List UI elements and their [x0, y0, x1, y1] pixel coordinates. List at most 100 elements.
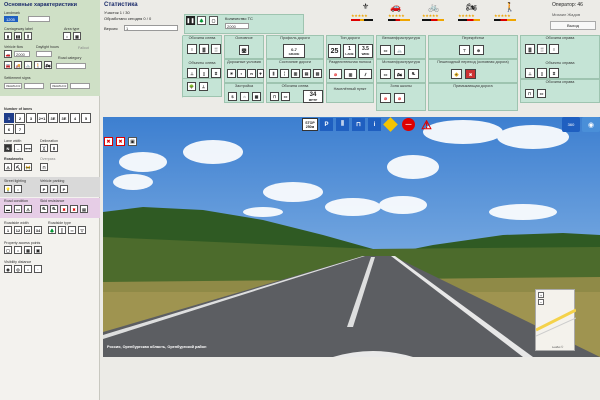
settlement-to-sign[interactable]: ЛЕНИНСК — [50, 83, 68, 89]
road-divided-icon[interactable]: ⫼ — [24, 32, 32, 40]
roadside-width-2[interactable]: 12 — [14, 226, 22, 234]
lane-option-8[interactable]: 5 — [81, 113, 91, 123]
lane-option-9[interactable]: 6 — [4, 124, 14, 134]
state-lanes-icon[interactable]: ⫼ — [269, 69, 278, 78]
shoulder-right-icon-3[interactable]: ≡ — [549, 44, 559, 54]
condition-night-icon[interactable]: ◐ — [237, 69, 246, 78]
area-rural-icon[interactable]: ⌂ — [63, 32, 71, 40]
vehicle-flow-input[interactable]: 2000 — [14, 51, 30, 57]
tool-toggle-3[interactable]: ▣ — [128, 137, 137, 146]
shoulder-left-icon-3[interactable]: ▒ — [211, 44, 221, 54]
warning-sign-button[interactable]: ⚠ — [420, 118, 433, 132]
flow-moto-icon[interactable]: 🏍 — [44, 61, 52, 69]
condition-good-icon[interactable]: ▬ — [4, 205, 12, 213]
buildup-grid-icon[interactable]: ▦ — [252, 92, 261, 101]
info-sign-button[interactable]: i — [368, 118, 381, 131]
lane-option-1[interactable]: 1 — [4, 113, 14, 123]
skid-good-icon[interactable]: ⛐ — [40, 205, 48, 213]
buildup-house-icon[interactable]: ⌂ — [240, 92, 249, 101]
crossing-roundabout-icon[interactable]: ⊕ — [473, 45, 484, 55]
roadside-width-1[interactable]: 1 — [4, 226, 12, 234]
settlement-from-input[interactable] — [24, 83, 44, 89]
flow-bike-icon[interactable]: 🚲 — [24, 61, 32, 69]
overpass-icon[interactable]: ⊓ — [40, 163, 48, 171]
left-shoulder-b-icon-1[interactable]: ⊓ — [270, 92, 279, 101]
visibility-good-icon[interactable]: ◉ — [4, 265, 12, 273]
condition-sun-icon[interactable]: ☀ — [227, 69, 236, 78]
road-photo[interactable]: Россия, Оренбургская область, Оренбургск… — [103, 117, 600, 357]
roadside-pole-icon[interactable]: ┃ — [58, 226, 66, 234]
shoulder-left-icon-2[interactable]: ▓ — [199, 44, 209, 54]
settlement-from-sign[interactable]: ЛЕНИНСК — [4, 83, 22, 89]
access-none-icon[interactable]: ▢ — [4, 246, 12, 254]
objects-left-icon-2[interactable]: ▯ — [199, 68, 209, 78]
objects-right-icon-2[interactable]: ▯ — [537, 68, 547, 78]
lane-option-6[interactable]: 3E — [59, 113, 69, 123]
lane-option-5[interactable]: 3E — [48, 113, 58, 123]
ped-crossing-none-icon[interactable]: ✖ — [465, 69, 476, 79]
flow-truck-icon[interactable]: 🚚 — [14, 61, 22, 69]
separator-barrier-icon[interactable]: ▥ — [344, 69, 357, 79]
lane-option-10[interactable]: 7 — [15, 124, 25, 134]
parking-two-icon[interactable]: P — [60, 185, 68, 193]
roadside-width-4[interactable]: 34 — [34, 226, 42, 234]
lane-option-7[interactable]: 4 — [70, 113, 80, 123]
left-shoulder-b-icon-2[interactable]: ▭ — [281, 92, 290, 101]
condition-extra-icon[interactable]: ⌖ — [257, 69, 264, 78]
road-sign-button[interactable]: ⊓ — [352, 118, 365, 131]
delineation-none-icon[interactable]: ╳ — [40, 144, 48, 152]
wide-icon[interactable]: 3.5 WIDE — [358, 44, 373, 58]
state-marking-icon[interactable]: ╎ — [280, 69, 289, 78]
tool-toggle-1[interactable]: ✖ — [104, 137, 113, 146]
landmark-input[interactable]: 1205 — [4, 16, 18, 22]
visibility-medium-icon[interactable]: ◎ — [14, 265, 22, 273]
lane-width-medium-icon[interactable]: ↔ — [14, 144, 22, 152]
crossing-t-icon[interactable]: ⊤ — [459, 45, 470, 55]
bike-none-icon[interactable]: ▭ — [380, 45, 391, 55]
skid-poor-icon[interactable]: ✖ — [60, 205, 68, 213]
delineation-good-icon[interactable]: ⦀ — [50, 144, 58, 152]
condition-poor-icon[interactable]: ⚠ — [24, 205, 32, 213]
flow-pedestrian-icon[interactable]: 🚶 — [34, 61, 42, 69]
access-residential-icon[interactable]: ⌂ — [14, 246, 22, 254]
separator-line-icon[interactable]: ⫽ — [359, 69, 372, 79]
school-none-icon[interactable]: ⊘ — [380, 93, 391, 103]
roadworks-none-icon[interactable]: ⚠ — [4, 163, 12, 171]
roadside-tree-icon[interactable]: 🌲 — [48, 226, 56, 234]
shoulder-left-icon-1[interactable]: ≡ — [187, 44, 197, 54]
roadworks-major-icon[interactable]: 🚧 — [24, 163, 32, 171]
moto-lane-icon[interactable]: 🏍 — [394, 69, 405, 79]
moto-shared-icon[interactable]: ⛐ — [408, 69, 419, 79]
state-rough-icon[interactable]: ▤ — [302, 69, 311, 78]
objects-right-icon-3[interactable]: ⌗ — [549, 68, 559, 78]
road-single-icon[interactable]: ▮ — [4, 32, 12, 40]
state-surface-icon[interactable]: ▥ — [291, 69, 300, 78]
visibility-toggle-icon[interactable]: ◉ — [582, 117, 600, 132]
no-entry-sign-button[interactable]: — — [402, 118, 415, 131]
access-mixed-icon[interactable]: ▣ — [34, 246, 42, 254]
roadside-ditch-icon[interactable]: ▽ — [78, 226, 86, 234]
skid-unsealed-icon[interactable]: ▤ — [80, 205, 88, 213]
version-input[interactable]: 1 — [124, 25, 178, 31]
lane-option-4[interactable]: 2+1 — [37, 113, 47, 123]
landmark-extra-input[interactable] — [28, 16, 50, 22]
lane-width-wide-icon[interactable]: ⟷ — [24, 144, 32, 152]
shoulder-right-icon-1[interactable]: ▓ — [525, 44, 535, 54]
parking-one-icon[interactable]: P — [50, 185, 58, 193]
view-360-button[interactable]: 360 — [562, 117, 580, 132]
main-road-icon[interactable]: 🛣 — [239, 45, 249, 55]
lane-option-2[interactable]: 2 — [15, 113, 25, 123]
road-category-input[interactable] — [56, 63, 86, 69]
objects-left-icon-3[interactable]: ⌗ — [211, 68, 221, 78]
ped-crossing-icon[interactable]: 🚸 — [451, 69, 462, 79]
condition-medium-icon[interactable]: ▭ — [14, 205, 22, 213]
bike-lane-icon[interactable]: 🚲 — [394, 45, 405, 55]
road-profile-icon[interactable]: 0-7 GRADE — [283, 44, 305, 58]
lighting-present-icon[interactable]: 💡 — [4, 185, 12, 193]
state-poor-icon[interactable]: ▧ — [313, 69, 322, 78]
daylight-hours-input[interactable] — [36, 51, 52, 57]
car-flow-icon[interactable]: 🚗 — [4, 50, 12, 58]
skid-very-poor-icon[interactable]: ✖ — [70, 205, 78, 213]
lane-sign-button[interactable]: ⫼ — [336, 118, 349, 131]
right-shoulder-b-icon-2[interactable]: ▭ — [537, 89, 546, 98]
